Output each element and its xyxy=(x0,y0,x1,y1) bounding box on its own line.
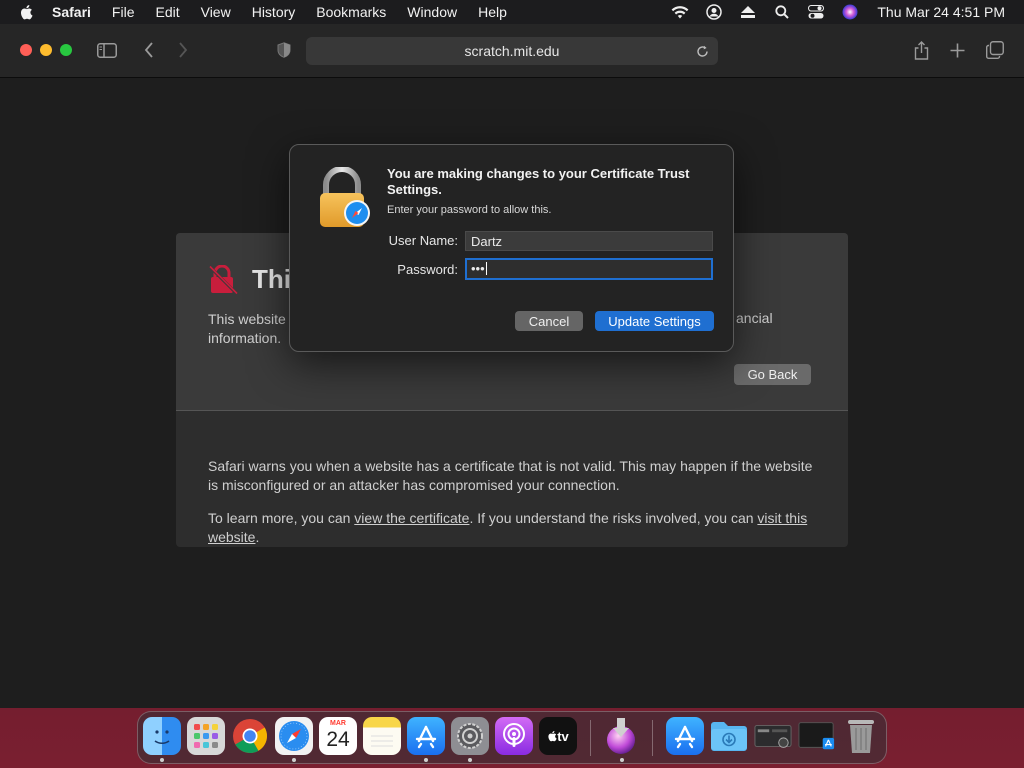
menu-view[interactable]: View xyxy=(201,4,231,20)
system-preferences-running-dot xyxy=(468,758,472,762)
padlock-safari-icon xyxy=(318,166,372,229)
menu-history[interactable]: History xyxy=(252,4,296,20)
menu-bar: Safari File Edit View History Bookmarks … xyxy=(0,0,1024,24)
document-preview-icon[interactable] xyxy=(798,717,836,755)
warning-title: Thi xyxy=(252,264,291,294)
user-icon[interactable] xyxy=(697,0,731,24)
menu-clock[interactable]: Thu Mar 24 4:51 PM xyxy=(877,4,1005,20)
username-value: Dartz xyxy=(471,234,503,249)
calendar-day: 24 xyxy=(326,728,350,751)
sidebar-toggle-icon[interactable] xyxy=(96,39,118,61)
dock-separator-2 xyxy=(652,720,653,756)
new-tab-icon[interactable] xyxy=(946,39,968,61)
url-text: scratch.mit.edu xyxy=(464,43,560,59)
warning-text-start: This website xyxy=(208,311,286,327)
safari-running-dot xyxy=(292,758,296,762)
info-text-middle: . If you understand the risks involved, … xyxy=(469,510,758,526)
siri-icon[interactable] xyxy=(833,0,867,24)
dock: MAR 24 tv xyxy=(137,711,887,764)
menu-help[interactable]: Help xyxy=(478,4,507,20)
trash-icon[interactable] xyxy=(842,717,880,755)
installer-download-icon[interactable] xyxy=(602,717,640,755)
safari-icon[interactable] xyxy=(275,717,313,755)
app-store-icon[interactable] xyxy=(407,717,445,755)
warning-divider xyxy=(176,410,848,411)
finder-icon[interactable] xyxy=(143,717,181,755)
menu-file[interactable]: File xyxy=(112,4,135,20)
info-text-suffix: . xyxy=(255,529,260,545)
menu-edit[interactable]: Edit xyxy=(155,4,179,20)
notes-icon[interactable] xyxy=(363,717,401,755)
wifi-icon[interactable] xyxy=(663,0,697,24)
chrome-icon[interactable] xyxy=(231,717,269,755)
tab-overview-icon[interactable] xyxy=(984,39,1006,61)
launchpad-icon[interactable] xyxy=(187,717,225,755)
installer-running-dot xyxy=(620,758,624,762)
password-field[interactable]: ••• xyxy=(465,258,713,280)
eject-icon[interactable] xyxy=(731,0,765,24)
privacy-shield-icon[interactable] xyxy=(273,39,295,61)
system-preferences-icon[interactable] xyxy=(451,717,489,755)
go-back-button[interactable]: Go Back xyxy=(734,364,811,385)
podcasts-icon[interactable] xyxy=(495,717,533,755)
certificate-trust-auth-dialog: You are making changes to your Certifica… xyxy=(289,144,734,352)
info-paragraph-1: Safari warns you when a website has a ce… xyxy=(208,458,813,493)
zoom-window-button[interactable] xyxy=(60,44,72,56)
app-store-running-dot xyxy=(424,758,428,762)
warning-text-end: ancial xyxy=(736,310,773,326)
apple-tv-icon[interactable]: tv xyxy=(539,717,577,755)
downloads-folder-icon[interactable] xyxy=(710,717,748,755)
calendar-month: MAR xyxy=(330,720,346,727)
apple-tv-label: tv xyxy=(557,728,569,744)
text-caret xyxy=(485,262,487,275)
view-certificate-link[interactable]: view the certificate xyxy=(354,510,469,526)
password-label: Password: xyxy=(397,262,458,277)
warning-text-line2: information. xyxy=(208,330,282,346)
app-store-shortcut-icon[interactable] xyxy=(666,717,704,755)
username-field[interactable]: Dartz xyxy=(465,231,713,251)
minimize-window-button[interactable] xyxy=(40,44,52,56)
menu-window[interactable]: Window xyxy=(407,4,457,20)
close-window-button[interactable] xyxy=(20,44,32,56)
dialog-subtitle: Enter your password to allow this. xyxy=(387,204,552,216)
menu-bookmarks[interactable]: Bookmarks xyxy=(316,4,386,20)
forward-arrow-icon[interactable] xyxy=(172,39,194,61)
menu-app-safari[interactable]: Safari xyxy=(52,4,91,20)
info-text-prefix: To learn more, you can xyxy=(208,510,355,526)
dialog-title: You are making changes to your Certifica… xyxy=(387,166,690,197)
dock-separator xyxy=(590,720,591,756)
address-bar[interactable]: scratch.mit.edu xyxy=(306,37,718,65)
search-icon[interactable] xyxy=(765,0,799,24)
password-value: ••• xyxy=(471,261,485,276)
finder-running-dot xyxy=(160,758,164,762)
back-arrow-icon[interactable] xyxy=(138,39,160,61)
screenshot-stack-icon[interactable] xyxy=(754,717,792,755)
broken-lock-icon xyxy=(207,264,239,296)
cancel-button[interactable]: Cancel xyxy=(515,311,583,331)
share-icon[interactable] xyxy=(910,39,932,61)
username-label: User Name: xyxy=(388,233,458,248)
control-center-icon[interactable] xyxy=(799,0,833,24)
safari-window: scratch.mit.edu Thi This website informa… xyxy=(0,24,1024,708)
info-paragraph-2: To learn more, you can view the certific… xyxy=(208,509,816,547)
update-settings-button[interactable]: Update Settings xyxy=(595,311,714,331)
apple-menu-icon[interactable] xyxy=(0,4,52,20)
browser-toolbar: scratch.mit.edu xyxy=(0,24,1024,78)
reload-icon[interactable] xyxy=(694,43,710,59)
calendar-icon[interactable]: MAR 24 xyxy=(319,717,357,755)
